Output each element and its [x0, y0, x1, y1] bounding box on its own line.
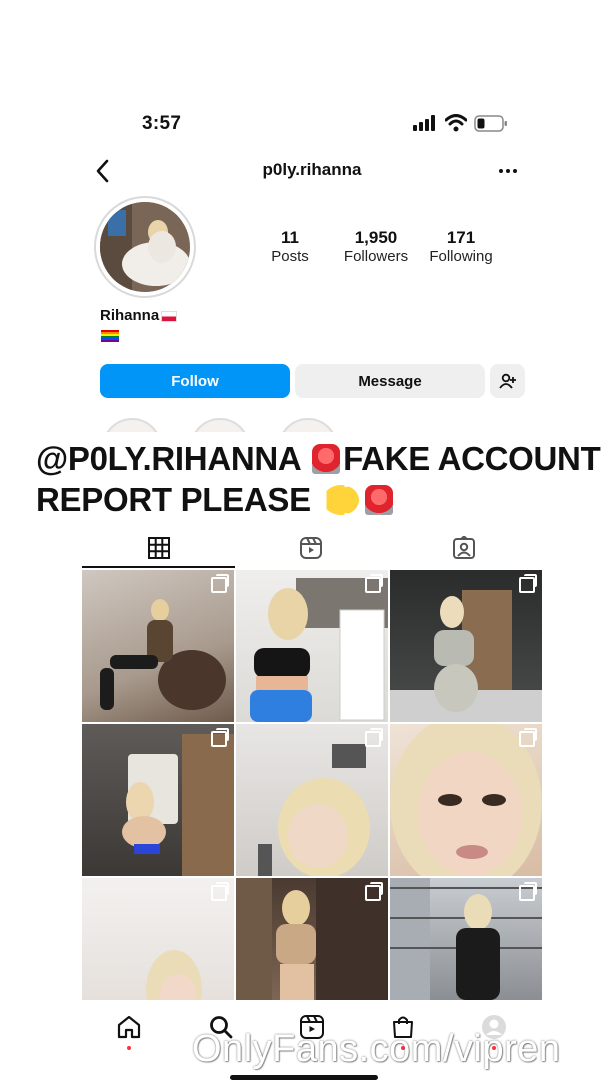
- status-time: 3:57: [142, 113, 182, 134]
- post-thumbnail[interactable]: [390, 878, 542, 1000]
- posts-grid: [82, 570, 542, 1000]
- add-user-icon: [498, 373, 516, 389]
- home-icon[interactable]: [116, 1014, 142, 1040]
- back-icon[interactable]: [92, 158, 114, 184]
- profile-tabs: [82, 532, 542, 568]
- carousel-icon: [519, 728, 537, 747]
- suggest-user-button[interactable]: [490, 364, 525, 398]
- follow-button[interactable]: Follow: [100, 364, 290, 398]
- carousel-icon: [365, 882, 383, 901]
- banner-report-please: REPORT PLEASE: [36, 481, 311, 518]
- display-name-row: Rihanna: [100, 307, 178, 324]
- banner-handle: @P0LY.RIHANNA: [36, 440, 301, 477]
- profile-username: p0ly.rihanna: [262, 160, 362, 179]
- message-button[interactable]: Message: [295, 364, 485, 398]
- posts-count: 11: [281, 228, 299, 247]
- followers-label: Followers: [343, 248, 409, 265]
- carousel-icon: [211, 574, 229, 593]
- followers-count: 1,950: [354, 228, 398, 247]
- avatar-photo: [100, 202, 190, 292]
- post-thumbnail[interactable]: [82, 878, 234, 1000]
- carousel-icon: [211, 728, 229, 747]
- following-stat[interactable]: 171 Following: [425, 228, 497, 265]
- post-thumbnail[interactable]: [236, 724, 388, 876]
- banner-fake-account: FAKE ACCOUNT: [343, 440, 601, 477]
- post-thumbnail[interactable]: [390, 570, 542, 722]
- rainbow-flag-icon: [101, 330, 119, 342]
- followers-stat[interactable]: 1,950 Followers: [338, 228, 414, 265]
- poland-flag-icon: [161, 310, 178, 322]
- carousel-icon: [519, 882, 537, 901]
- banner-line-1: @P0LY.RIHANNA FAKE ACCOUNT: [36, 440, 601, 478]
- battery-icon: [474, 115, 507, 132]
- following-label: Following: [429, 248, 493, 265]
- wifi-icon: [445, 114, 467, 132]
- active-tab-indicator: [82, 566, 235, 568]
- tagged-icon[interactable]: [452, 536, 476, 560]
- grid-icon[interactable]: [147, 536, 171, 560]
- post-thumbnail[interactable]: [236, 570, 388, 722]
- banner-line-2: REPORT PLEASE: [36, 481, 396, 519]
- carousel-icon: [365, 574, 383, 593]
- reels-icon[interactable]: [299, 536, 323, 560]
- pointing-hand-icon: [322, 485, 359, 515]
- siren-icon: [364, 485, 393, 515]
- post-thumbnail[interactable]: [390, 724, 542, 876]
- posts-label: Posts: [271, 248, 309, 265]
- more-horizontal-icon[interactable]: [497, 160, 519, 182]
- post-thumbnail[interactable]: [236, 878, 388, 1000]
- carousel-icon: [365, 728, 383, 747]
- following-count: 171: [446, 228, 476, 247]
- signal-icon: [413, 115, 435, 131]
- notification-dot: [127, 1046, 131, 1050]
- post-thumbnail[interactable]: [82, 724, 234, 876]
- avatar[interactable]: [100, 202, 190, 292]
- siren-icon: [312, 444, 341, 474]
- watermark-text: OnlyFans.com/vipren: [192, 1028, 561, 1070]
- warning-banner: @P0LY.RIHANNA FAKE ACCOUNT REPORT PLEASE: [0, 432, 608, 534]
- display-name: Rihanna: [100, 307, 160, 324]
- carousel-icon: [211, 882, 229, 901]
- home-indicator: [230, 1075, 378, 1080]
- carousel-icon: [519, 574, 537, 593]
- post-thumbnail[interactable]: [82, 570, 234, 722]
